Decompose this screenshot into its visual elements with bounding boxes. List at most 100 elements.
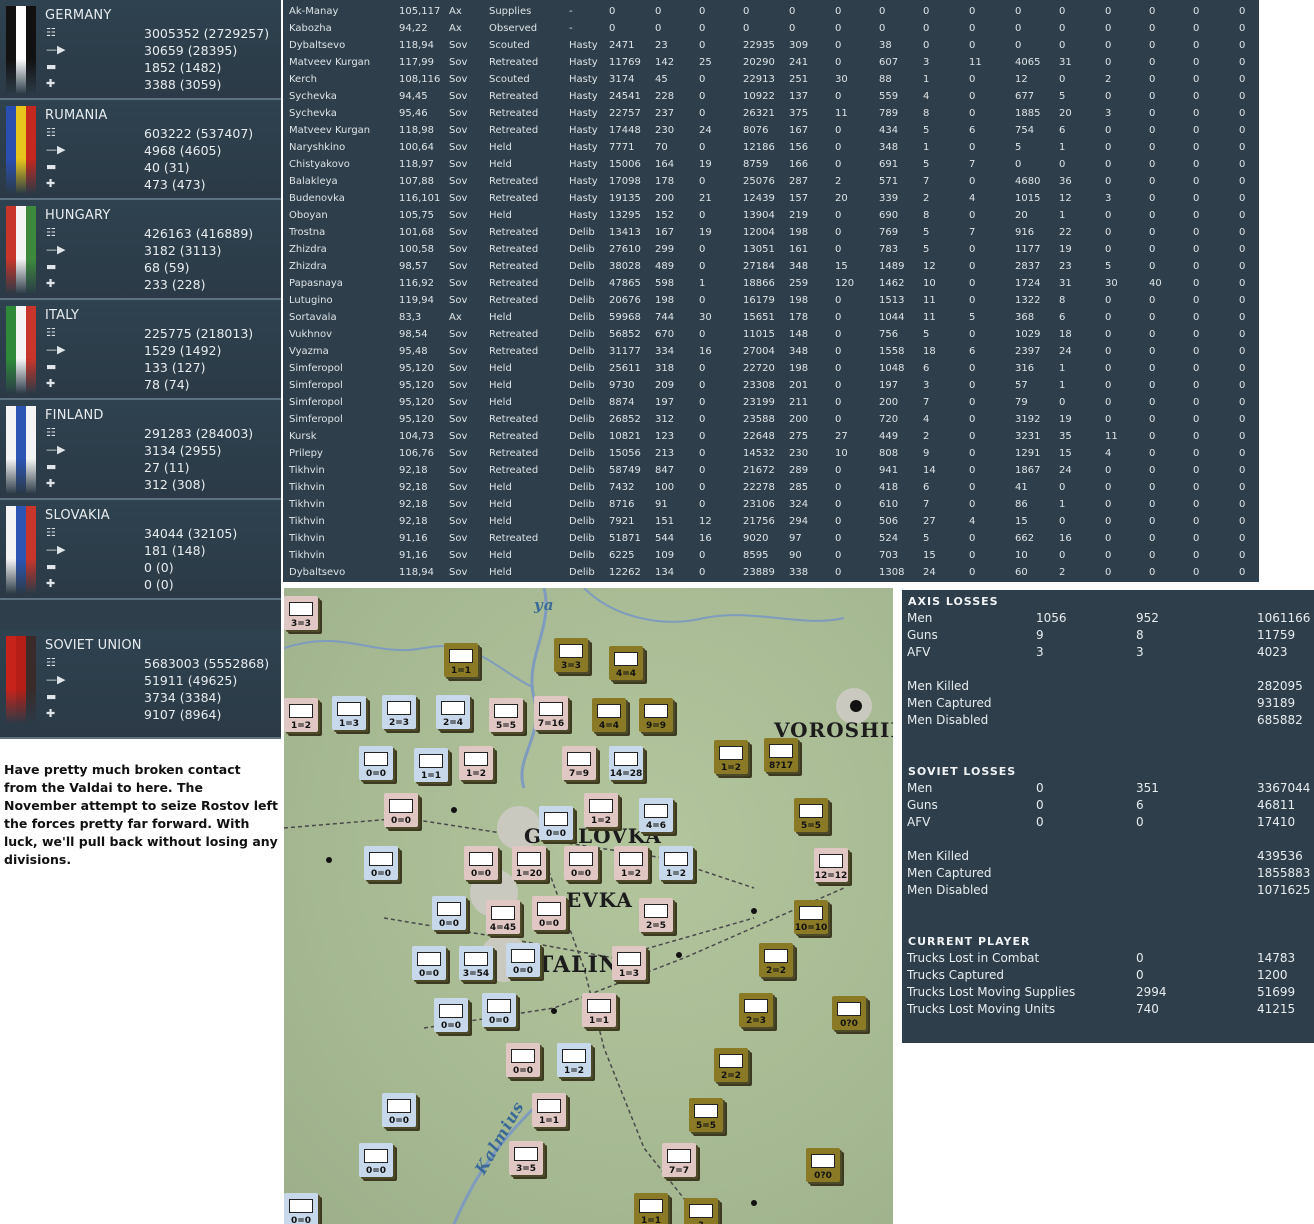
battle-row[interactable]: Sortavala 83,3 Ax Held Delib 59968 744 30 15651 1… [283,309,1259,326]
unit-counter[interactable]: 4=6 [639,798,673,832]
operational-map[interactable]: VOROSHILO GORLOVKA EVKA STALIN Kalmius y… [284,588,893,1224]
unit-counter[interactable]: 3=54 [459,946,493,980]
unit-counter[interactable]: 7=9 [562,746,596,780]
battle-row[interactable]: Prilepy 106,76 Sov Retreated Delib 15056 213 0 1… [283,445,1259,462]
unit-counter[interactable]: 2=3 [739,993,773,1027]
battle-row[interactable]: Tikhvin 91,16 Sov Held Delib 6225 109 0 8595 90 0 7… [283,547,1259,564]
unit-counter[interactable]: 1=1 [532,1093,566,1127]
unit-counter[interactable]: 1=20 [512,846,546,880]
unit-counter[interactable]: 3=5 [509,1141,543,1175]
battle-row[interactable]: Tikhvin 92,18 Sov Retreated Delib 58749 847 0 21… [283,462,1259,479]
unit-counter[interactable]: 1=1 [444,643,478,677]
unit-counter[interactable]: 1=1 [634,1193,668,1224]
battle-row[interactable]: Matveev Kurgan 118,98 Sov Retreated Hasty 174… [283,122,1259,139]
unit-counter[interactable]: 0=0 [464,846,498,880]
unit-counter[interactable]: 1=2 [614,846,648,880]
battle-row[interactable]: Ak-Manay 105,117 Ax Supplies - 0 0 0 0 0 0 0 0 0 0 0 0 0 0… [283,3,1259,20]
unit-counter[interactable]: 5=5 [489,698,523,732]
battle-row[interactable]: Budenovka 116,101 Sov Retreated Hasty 19135 20… [283,190,1259,207]
unit-counter[interactable]: 1=3 [612,946,646,980]
battle-row[interactable]: Simferopol 95,120 Sov Held Delib 9730 209 0 2330… [283,377,1259,394]
unit-counter[interactable]: 0=0 [482,993,516,1027]
battle-cell: 35 [1059,431,1072,442]
battle-row[interactable]: Simferopol 95,120 Sov Held Delib 8874 197 0 2319… [283,394,1259,411]
battle-row[interactable]: Lutugino 119,94 Sov Retreated Delib 20676 198 0… [283,292,1259,309]
battle-row[interactable]: Vyazma 95,48 Sov Retreated Delib 31177 334 16 27… [283,343,1259,360]
unit-counter[interactable]: 1=3 [332,696,366,730]
battle-cell: 105,117 [399,6,441,17]
unit-counter[interactable]: 1=1 [582,993,616,1027]
battle-row[interactable]: Papasnaya 116,92 Sov Retreated Delib 47865 598… [283,275,1259,292]
battle-row[interactable]: Trostna 101,68 Sov Retreated Delib 13413 167 19… [283,224,1259,241]
unit-counter[interactable]: 7=16 [534,696,568,730]
battle-row[interactable]: Simferopol 95,120 Sov Held Delib 25611 318 0 227… [283,360,1259,377]
battle-cell: 19 [1059,414,1072,425]
battle-row[interactable]: Zhizdra 98,57 Sov Retreated Delib 38028 489 0 27… [283,258,1259,275]
battle-row[interactable]: Sychevka 95,46 Sov Retreated Hasty 22757 237 0 2… [283,105,1259,122]
unit-counter[interactable]: 1=2 [584,793,618,827]
unit-counter[interactable]: 0=0 [384,793,418,827]
unit-counter[interactable]: 1=2 [659,846,693,880]
unit-counter[interactable]: 1=1 [414,748,448,782]
battle-row[interactable]: Dybaltsevo 118,94 Sov Held Delib 12262 134 0 238… [283,564,1259,581]
unit-counter[interactable]: 9=9 [639,698,673,732]
battle-row[interactable]: Kabozha 94,22 Ax Observed - 0 0 0 0 0 0 0 0 0 0 0 0 0 0 0 [283,20,1259,37]
tank-icon: ▬ [46,160,57,173]
unit-counter[interactable]: 5=5 [689,1098,723,1132]
unit-counter[interactable]: 0=0 [506,1043,540,1077]
unit-counter[interactable]: 0=0 [412,946,446,980]
battle-row[interactable]: Vukhnov 98,54 Sov Retreated Delib 56852 670 0 11… [283,326,1259,343]
unit-counter[interactable]: 1=2 [459,746,493,780]
unit-counter[interactable]: 2=2 [759,943,793,977]
battle-row[interactable]: Tikhvin 91,16 Sov Retreated Delib 51871 544 16 9… [283,530,1259,547]
unit-counter[interactable]: 2=4 [436,695,470,729]
unit-counter[interactable]: 10=10 [794,900,828,934]
unit-counter[interactable]: 1=2 [714,740,748,774]
unit-counter[interactable]: 2=2 [714,1048,748,1082]
battle-row[interactable]: Chistyakovo 118,97 Sov Held Hasty 15006 164 19 8… [283,156,1259,173]
unit-counter[interactable]: 0=0 [359,746,393,780]
unit-counter[interactable]: 0=0 [432,896,466,930]
battle-row[interactable]: Sychevka 94,45 Sov Retreated Hasty 24541 228 0 1… [283,88,1259,105]
battle-row[interactable]: Kerch 108,116 Sov Scouted Hasty 3174 45 0 22913 2… [283,71,1259,88]
unit-counter[interactable]: 2=5 [639,898,673,932]
unit-counter[interactable]: 0=0 [382,1093,416,1127]
unit-counter[interactable]: 0?0 [832,996,866,1030]
unit-counter[interactable]: 0=0 [564,846,598,880]
battle-row[interactable]: Zhizdra 100,58 Sov Retreated Delib 27610 299 0 1… [283,241,1259,258]
unit-counter[interactable]: 0?0 [806,1148,840,1182]
battle-row[interactable]: Simferopol 95,120 Sov Retreated Delib 26852 31… [283,411,1259,428]
battle-row[interactable]: Kursk 104,73 Sov Retreated Delib 10821 123 0 226… [283,428,1259,445]
unit-counter[interactable]: 0=0 [539,806,573,840]
unit-counter[interactable]: 5=5 [794,798,828,832]
unit-counter[interactable]: 4=4 [609,646,643,680]
unit-counter[interactable]: 0=0 [359,1143,393,1177]
unit-counter[interactable]: 14=28 [609,746,643,780]
unit-counter[interactable]: 8?17 [764,738,798,772]
unit-counter[interactable]: ? [684,1198,718,1224]
unit-counter[interactable]: 4=45 [486,900,520,934]
unit-counter[interactable]: 0=0 [532,896,566,930]
unit-counter[interactable]: 12=12 [814,848,848,882]
unit-counter[interactable]: 1=2 [284,698,318,732]
unit-counter[interactable]: 1=2 [557,1043,591,1077]
unit-counter[interactable]: 0=0 [434,998,468,1032]
battle-row[interactable]: Tikhvin 92,18 Sov Held Delib 8716 91 0 23106 324 0… [283,496,1259,513]
battle-cell: 0 [1193,380,1200,391]
unit-counter[interactable]: 3=3 [554,638,588,672]
unit-counter[interactable]: 3=3 [284,596,318,630]
unit-counter[interactable]: 2=3 [382,695,416,729]
battle-row[interactable]: Tikhvin 92,18 Sov Held Delib 7921 151 12 21756 29… [283,513,1259,530]
battle-row[interactable]: Naryshkino 100,64 Sov Held Hasty 7771 70 0 12186… [283,139,1259,156]
battle-row[interactable]: Oboyan 105,75 Sov Held Hasty 13295 152 0 13904 21… [283,207,1259,224]
battle-row[interactable]: Matveev Kurgan 117,99 Sov Retreated Hasty 117… [283,54,1259,71]
battle-cell: 0 [835,414,842,425]
battle-row[interactable]: Tikhvin 92,18 Sov Held Delib 7432 100 0 22278 285… [283,479,1259,496]
unit-counter[interactable]: 0=0 [364,846,398,880]
unit-counter[interactable]: 7=7 [662,1143,696,1177]
unit-counter[interactable]: 0=0 [506,943,540,977]
battle-row[interactable]: Balakleya 107,88 Sov Retreated Hasty 17098 178… [283,173,1259,190]
unit-counter[interactable]: 4=4 [592,698,626,732]
unit-counter[interactable]: 0=0 [284,1193,318,1224]
battle-row[interactable]: Dybaltsevo 118,94 Sov Scouted Hasty 2471 23 0 22… [283,37,1259,54]
